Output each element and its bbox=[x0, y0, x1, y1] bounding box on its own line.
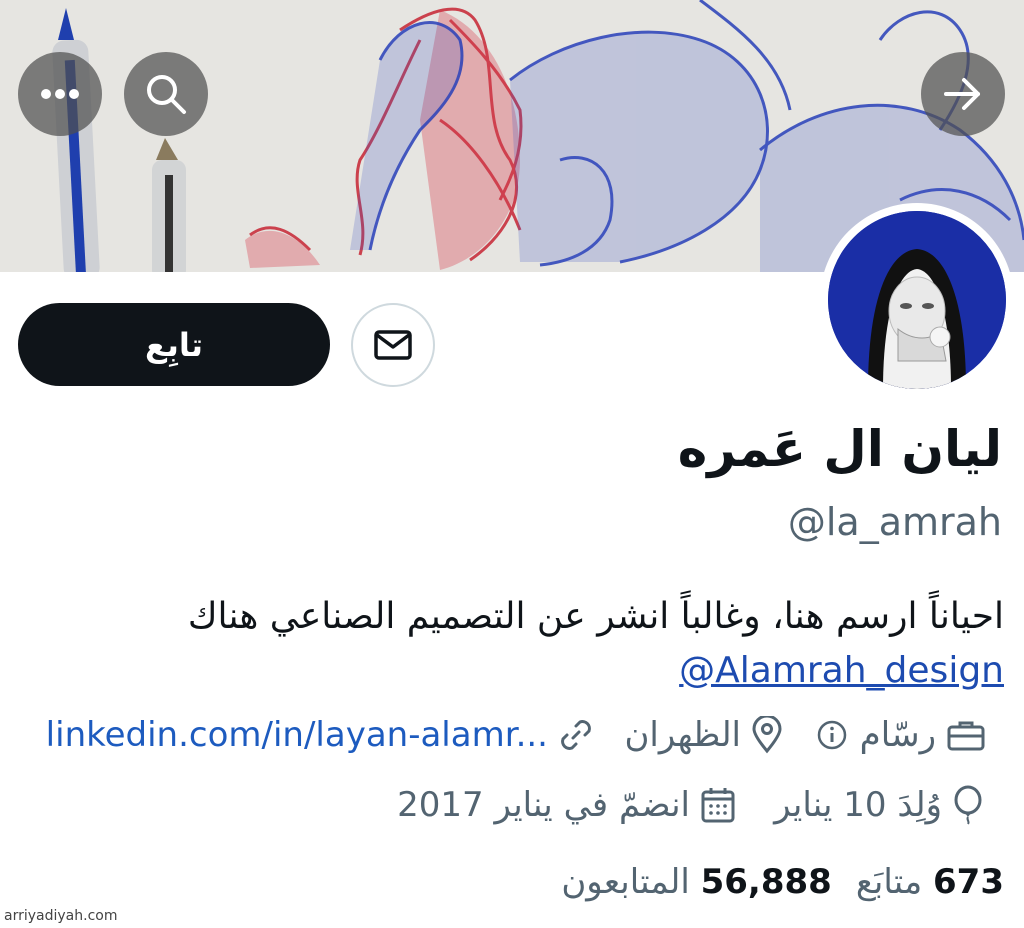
following-count: 673 bbox=[933, 862, 1004, 902]
briefcase-icon bbox=[947, 721, 985, 751]
profile-name: ليان ال عَمره bbox=[677, 420, 1002, 478]
search-icon bbox=[147, 75, 186, 114]
profile-joined-date: انضمّ في يناير 2017 bbox=[397, 785, 736, 825]
followers-count: 56,888 bbox=[700, 862, 832, 902]
location-text: الظهران bbox=[624, 715, 741, 755]
profile-location: الظهران bbox=[624, 715, 783, 755]
arrow-right-icon bbox=[944, 78, 980, 110]
following-stat[interactable]: 673 متابَع bbox=[856, 862, 1004, 902]
profile-handle: @la_amrah bbox=[787, 500, 1002, 544]
location-pin-icon bbox=[752, 716, 782, 754]
joined-text: انضمّ في يناير 2017 bbox=[397, 785, 690, 825]
profile-stats: 673 متابَع 56,888 المتابعون bbox=[561, 862, 1004, 902]
calendar-icon bbox=[701, 788, 735, 823]
info-icon bbox=[817, 720, 846, 750]
avatar[interactable] bbox=[820, 203, 1014, 397]
back-button[interactable] bbox=[921, 52, 1005, 136]
profile-website[interactable]: linkedin.com/in/layan-alamr... bbox=[46, 715, 594, 755]
search-button[interactable] bbox=[124, 52, 208, 136]
link-icon bbox=[561, 720, 591, 750]
bio-mention-link[interactable]: @Alamrah_design bbox=[679, 650, 1004, 691]
birthday-text: وُلِدَ 10 يناير bbox=[774, 785, 942, 825]
profile-job: رسّام bbox=[814, 715, 986, 755]
balloon-icon bbox=[954, 785, 982, 825]
profile-birthday: وُلِدَ 10 يناير bbox=[774, 785, 984, 825]
message-button[interactable] bbox=[351, 303, 435, 387]
website-link[interactable]: linkedin.com/in/layan-alamr... bbox=[46, 715, 548, 755]
more-horizontal-icon bbox=[41, 89, 79, 99]
job-text: رسّام bbox=[859, 715, 936, 755]
follow-button[interactable]: تابِع bbox=[18, 303, 330, 386]
profile-bio: احياناً ارسم هنا، وغالباً انشر عن التصمي… bbox=[14, 590, 1004, 698]
bio-text: احياناً ارسم هنا، وغالباً انشر عن التصمي… bbox=[187, 596, 1004, 637]
following-label: متابَع bbox=[855, 862, 923, 902]
mail-icon bbox=[374, 330, 412, 360]
followers-stat[interactable]: 56,888 المتابعون bbox=[561, 862, 832, 902]
avatar-image bbox=[828, 211, 1006, 389]
followers-label: المتابعون bbox=[561, 862, 690, 902]
watermark-text: arriyadiyah.com bbox=[4, 908, 118, 924]
more-options-button[interactable] bbox=[18, 52, 102, 136]
